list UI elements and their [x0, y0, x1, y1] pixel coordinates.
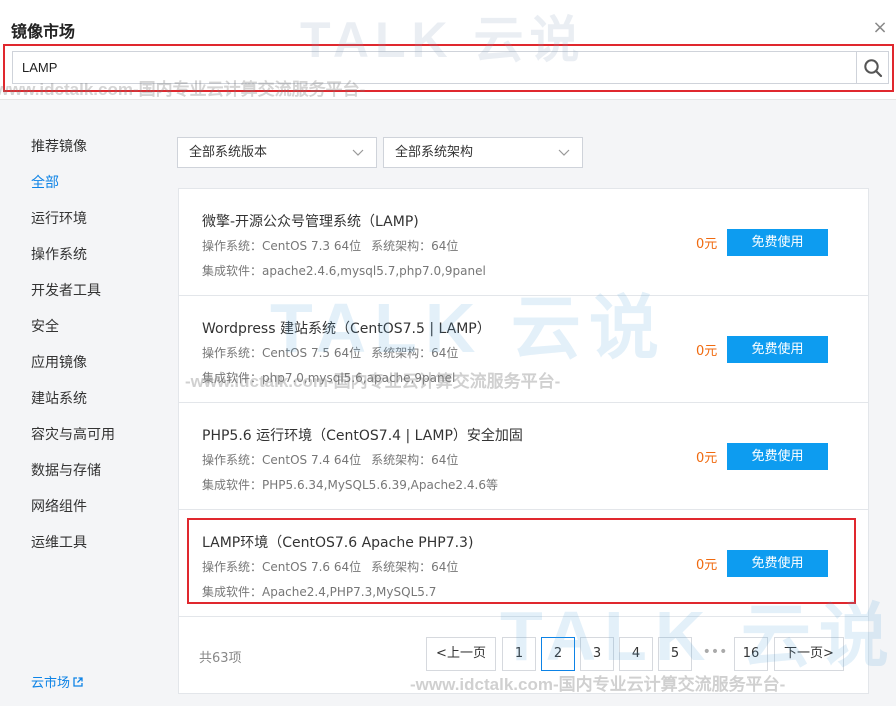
page-button-4[interactable]: 4: [619, 637, 653, 671]
sidebar-item-security[interactable]: 安全: [31, 316, 59, 336]
image-title: 微擎-开源公众号管理系统（LAMP): [202, 214, 419, 230]
free-use-button[interactable]: 免费使用: [727, 229, 828, 256]
page-button-16[interactable]: 16: [734, 637, 768, 671]
free-use-button[interactable]: 免费使用: [727, 443, 828, 470]
image-os: 操作系统：CentOS 7.4 64位: [202, 453, 362, 467]
system-version-value: 全部系统版本: [189, 145, 268, 160]
pagination-total: 共63项: [199, 651, 242, 666]
image-arch: 系统架构：64位: [371, 346, 459, 360]
image-price: 0元: [696, 451, 718, 466]
image-software: 集成软件：php7.0,mysql5.6,apache,9panel: [202, 371, 456, 385]
image-os: 操作系统：CentOS 7.5 64位: [202, 346, 362, 360]
image-arch: 系统架构：64位: [371, 239, 459, 253]
list-item: Wordpress 建站系统（CentOS7.5 | LAMP） 操作系统：Ce…: [179, 296, 868, 403]
image-price: 0元: [696, 558, 718, 573]
list-item: PHP5.6 运行环境（CentOS7.4 | LAMP）安全加固 操作系统：C…: [179, 403, 868, 510]
chevron-down-icon: [558, 149, 570, 156]
image-arch: 系统架构：64位: [371, 560, 459, 574]
external-link-icon: [73, 676, 83, 687]
sidebar-item-apps[interactable]: 应用镜像: [31, 352, 87, 372]
next-page-button[interactable]: 下一页>: [774, 637, 844, 671]
dialog-header: 镜像市场 ×: [0, 0, 896, 100]
system-arch-select[interactable]: 全部系统架构: [383, 137, 583, 168]
image-specs: 操作系统：CentOS 7.3 64位 系统架构：64位: [202, 237, 458, 254]
sidebar-item-network[interactable]: 网络组件: [31, 496, 87, 516]
sidebar-item-website[interactable]: 建站系统: [31, 388, 87, 408]
image-specs: 操作系统：CentOS 7.4 64位 系统架构：64位: [202, 451, 458, 468]
image-os: 操作系统：CentOS 7.6 64位: [202, 560, 362, 574]
list-item: LAMP环境（CentOS7.6 Apache PHP7.3) 操作系统：Cen…: [179, 510, 868, 617]
search-icon: [863, 58, 882, 77]
image-software: 集成软件：PHP5.6.34,MySQL5.6.39,Apache2.4.6等: [202, 478, 498, 492]
search-button[interactable]: [856, 52, 888, 83]
image-software: 集成软件：apache2.4.6,mysql5.7,php7.0,9panel: [202, 264, 486, 278]
sidebar-item-all[interactable]: 全部: [31, 172, 59, 192]
sidebar-item-data-storage[interactable]: 数据与存储: [31, 460, 101, 480]
image-arch: 系统架构：64位: [371, 453, 459, 467]
sidebar-item-ops[interactable]: 运维工具: [31, 532, 87, 552]
search-box: [12, 51, 889, 84]
prev-page-button[interactable]: <上一页: [426, 637, 496, 671]
system-version-select[interactable]: 全部系统版本: [177, 137, 377, 168]
image-price: 0元: [696, 344, 718, 359]
page-button-1[interactable]: 1: [502, 637, 536, 671]
page-button-5[interactable]: 5: [658, 637, 692, 671]
sidebar-item-disaster-recovery[interactable]: 容灾与高可用: [31, 424, 115, 444]
cloud-market-label: 云市场: [31, 676, 71, 691]
list-item: 微擎-开源公众号管理系统（LAMP) 操作系统：CentOS 7.3 64位 系统…: [179, 189, 868, 296]
sidebar-item-recommended[interactable]: 推荐镜像: [31, 136, 87, 156]
close-button[interactable]: ×: [872, 19, 888, 37]
sidebar-item-os[interactable]: 操作系统: [31, 244, 87, 264]
sidebar-item-runtime[interactable]: 运行环境: [31, 208, 87, 228]
image-specs: 操作系统：CentOS 7.5 64位 系统架构：64位: [202, 344, 458, 361]
sidebar-item-devtools[interactable]: 开发者工具: [31, 280, 101, 300]
image-software: 集成软件：Apache2.4,PHP7.3,MySQL5.7: [202, 585, 437, 599]
image-specs: 操作系统：CentOS 7.6 64位 系统架构：64位: [202, 558, 458, 575]
page-button-2[interactable]: 2: [541, 637, 575, 671]
image-price: 0元: [696, 237, 718, 252]
chevron-down-icon: [352, 149, 364, 156]
search-input[interactable]: [13, 52, 858, 83]
image-os: 操作系统：CentOS 7.3 64位: [202, 239, 362, 253]
cloud-market-link[interactable]: 云市场: [31, 672, 83, 691]
system-arch-value: 全部系统架构: [395, 145, 474, 160]
free-use-button[interactable]: 免费使用: [727, 550, 828, 577]
page-button-3[interactable]: 3: [580, 637, 614, 671]
image-title: PHP5.6 运行环境（CentOS7.4 | LAMP）安全加固: [202, 428, 523, 444]
image-title: Wordpress 建站系统（CentOS7.5 | LAMP）: [202, 321, 491, 337]
free-use-button[interactable]: 免费使用: [727, 336, 828, 363]
dialog-title: 镜像市场: [11, 22, 76, 41]
image-list: 微擎-开源公众号管理系统（LAMP) 操作系统：CentOS 7.3 64位 系统…: [178, 188, 869, 694]
image-title: LAMP环境（CentOS7.6 Apache PHP7.3): [202, 535, 474, 551]
pagination-ellipsis: •••: [702, 644, 728, 660]
